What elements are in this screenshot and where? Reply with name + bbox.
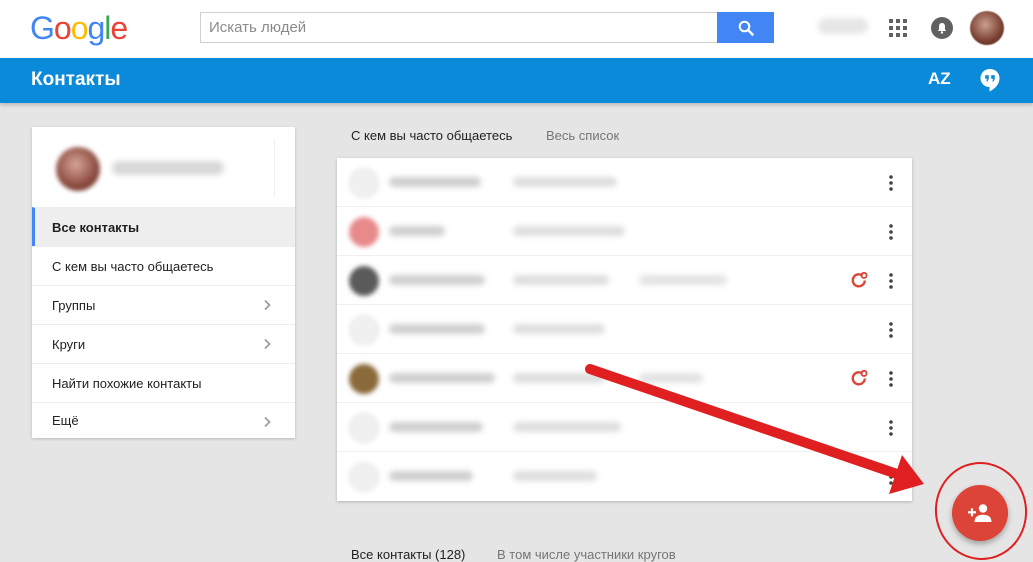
contact-email-blurred (513, 471, 597, 481)
hangouts-icon[interactable] (979, 68, 1001, 93)
sidebar-item-groups[interactable]: Группы (32, 285, 295, 324)
bell-glyph-icon (937, 23, 947, 34)
sidebar-item-frequent[interactable]: С кем вы часто общаетесь (32, 246, 295, 285)
contact-name-blurred (389, 373, 495, 383)
notifications-bell-icon[interactable] (931, 17, 953, 39)
in-circles-icon (851, 369, 868, 386)
logo-letter: g (87, 10, 105, 46)
photo-avatar-icon (349, 266, 379, 296)
logo-letter: G (30, 10, 55, 46)
contact-phone-blurred (639, 275, 727, 285)
sidebar-card: Все контакты С кем вы часто общаетесь Гр… (32, 127, 295, 438)
contact-row[interactable] (337, 207, 912, 256)
contact-email-blurred (513, 373, 605, 383)
add-contact-button[interactable] (952, 485, 1008, 541)
contact-email-blurred (513, 275, 609, 285)
include-circles-link[interactable]: В том числе участники кругов (497, 547, 676, 562)
profile-card[interactable] (32, 127, 295, 207)
logo-letter: o (70, 10, 89, 46)
person-placeholder-icon (349, 413, 379, 443)
more-vert-icon[interactable] (886, 223, 896, 241)
contact-row[interactable] (337, 452, 912, 501)
contact-email-blurred (513, 324, 605, 334)
contact-email-blurred (513, 226, 625, 236)
chevron-right-icon (264, 416, 271, 428)
person-placeholder-icon (349, 168, 379, 198)
search-input[interactable] (200, 12, 718, 43)
page-title: Контакты (31, 69, 121, 90)
sidebar-item-all-contacts[interactable]: Все контакты (32, 207, 295, 246)
logo-letter: o (53, 10, 72, 46)
sidebar-item-label: Все контакты (52, 219, 140, 235)
more-vert-icon[interactable] (886, 419, 896, 437)
all-contacts-section-title: Все контакты (128) (351, 547, 466, 562)
google-logo[interactable]: Google (30, 10, 128, 46)
sidebar-item-circles[interactable]: Круги (32, 324, 295, 363)
top-header: Google (0, 0, 1033, 58)
person-placeholder-icon (349, 462, 379, 492)
contact-row[interactable] (337, 354, 912, 403)
contact-row[interactable] (337, 403, 912, 452)
more-vert-icon[interactable] (886, 468, 896, 486)
frequent-contacts-list (337, 158, 912, 501)
contact-name-blurred (389, 226, 445, 236)
sidebar-item-label: Ещё (52, 413, 79, 428)
chevron-right-icon (264, 338, 271, 350)
photo-avatar-icon (349, 217, 379, 247)
contact-row[interactable] (337, 158, 912, 207)
sort-az-icon[interactable]: AZ (928, 69, 951, 89)
more-vert-icon[interactable] (886, 370, 896, 388)
contact-email-blurred (513, 177, 617, 187)
sidebar-item-label: Найти похожие контакты (52, 375, 202, 391)
search-bar (200, 12, 774, 43)
profile-name-blurred (112, 161, 224, 175)
contact-name-blurred (389, 177, 481, 187)
person-placeholder-icon (349, 315, 379, 345)
contact-name-blurred (389, 275, 485, 285)
app-bar: Контакты AZ (0, 58, 1033, 103)
search-icon (738, 20, 754, 36)
logo-letter: e (110, 10, 128, 46)
apps-grid-icon[interactable] (889, 19, 907, 37)
sidebar-item-label: Группы (52, 297, 96, 313)
account-name-blurred[interactable] (818, 18, 868, 34)
account-avatar[interactable] (970, 11, 1004, 45)
more-vert-icon[interactable] (886, 174, 896, 192)
contact-name-blurred (389, 422, 483, 432)
more-vert-icon[interactable] (886, 272, 896, 290)
sort-az-label: AZ (928, 69, 951, 88)
search-button[interactable] (717, 12, 774, 43)
contact-name-blurred (389, 324, 485, 334)
contact-row[interactable] (337, 305, 912, 354)
chevron-right-icon (264, 299, 271, 311)
view-all-link[interactable]: Весь список (546, 128, 619, 143)
add-person-icon (968, 504, 992, 522)
sidebar-item-label: Круги (52, 336, 86, 352)
frequent-section-title: С кем вы часто общаетесь (351, 128, 513, 143)
contact-phone-blurred (639, 373, 703, 383)
contact-email-blurred (513, 422, 621, 432)
profile-block (46, 139, 275, 197)
in-circles-icon (851, 271, 868, 288)
profile-avatar (56, 147, 100, 191)
contact-row[interactable] (337, 256, 912, 305)
sidebar-item-label: С кем вы часто общаетесь (52, 258, 214, 274)
sidebar-item-find-duplicates[interactable]: Найти похожие контакты (32, 363, 295, 402)
sidebar-item-more[interactable]: Ещё (32, 402, 295, 438)
more-vert-icon[interactable] (886, 321, 896, 339)
photo-avatar-icon (349, 364, 379, 394)
contact-name-blurred (389, 471, 473, 481)
